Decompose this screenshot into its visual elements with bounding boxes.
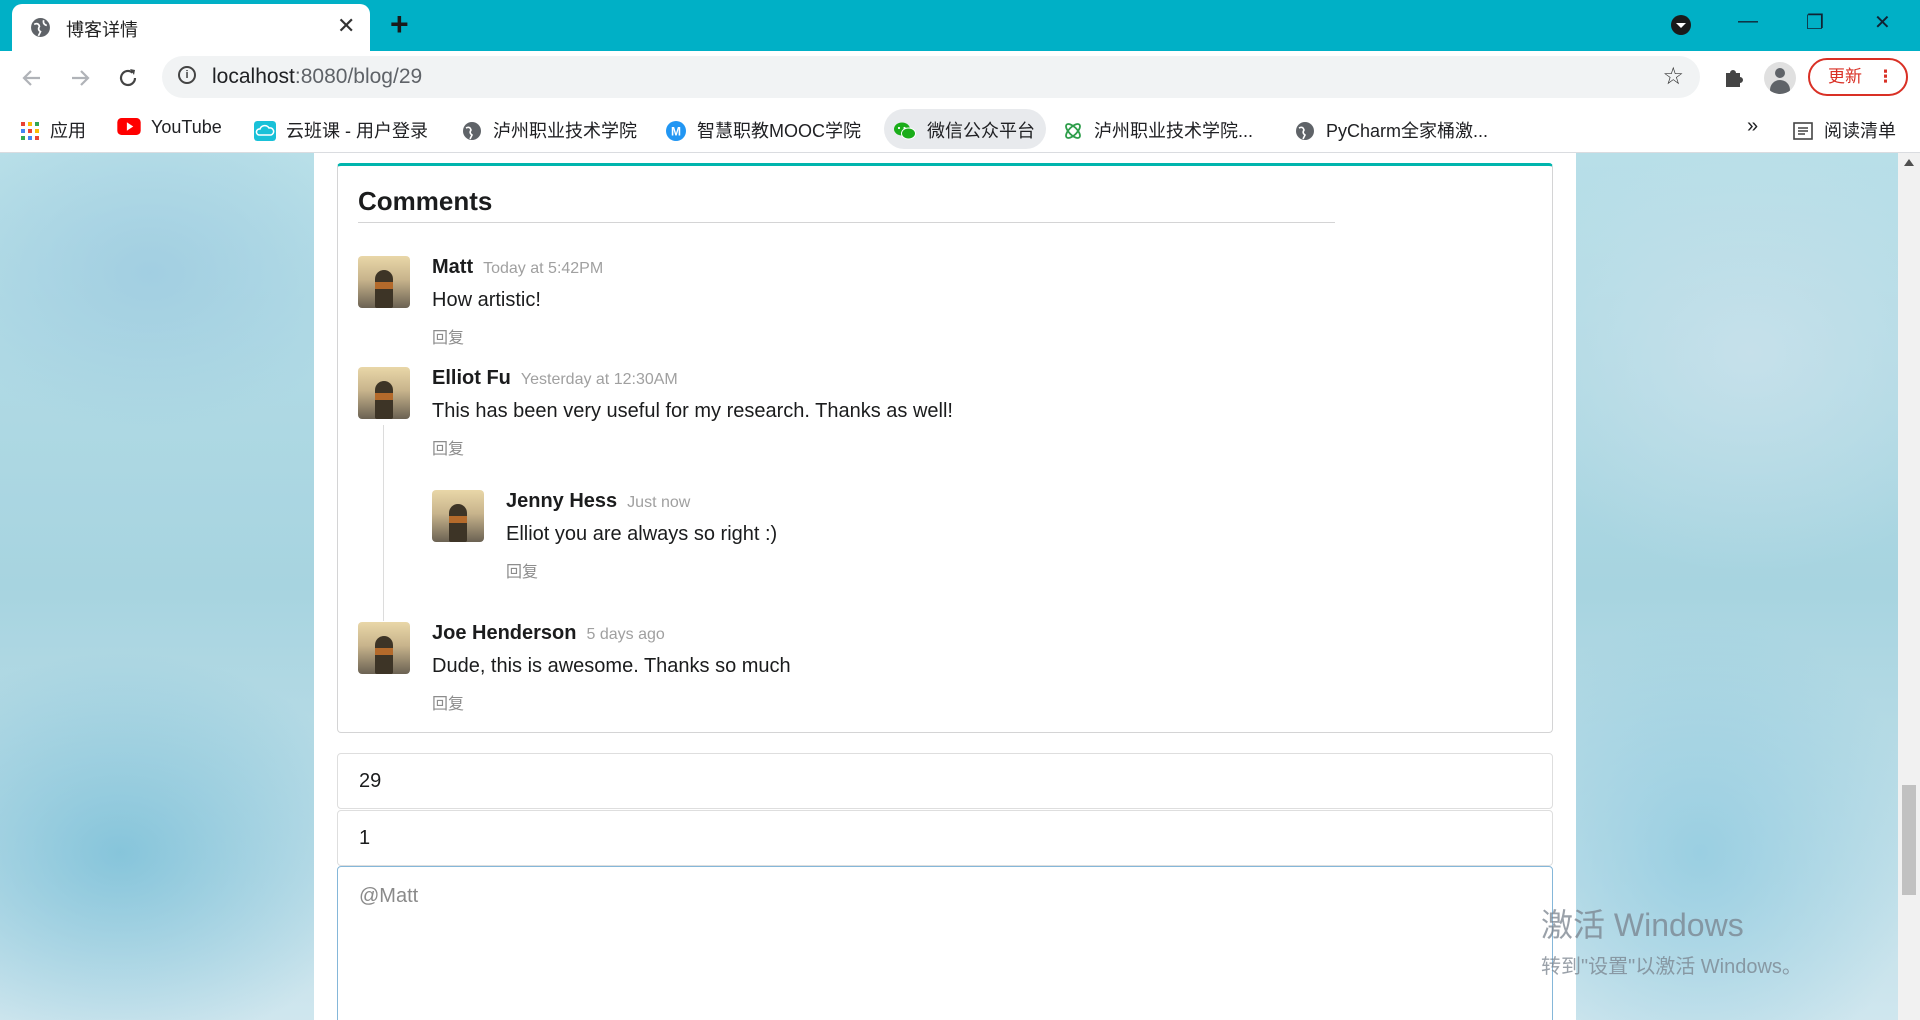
bookmark-mooc[interactable]: M 智慧职教MOOC学院 [665,117,861,143]
new-tab-button[interactable]: + [390,6,409,43]
tab-search-icon[interactable] [1670,14,1692,36]
comment-date: Today at 5:42PM [483,260,604,277]
bookmark-luzhou-college[interactable]: 泸州职业技术学院 [461,117,637,143]
bookmark-star-icon[interactable]: ☆ [1662,62,1684,91]
comment-text: This has been very useful for my researc… [432,400,953,422]
bookmark-apps[interactable]: 应用 [20,117,86,143]
wechat-icon [894,122,916,140]
comments-header: Comments [358,186,1335,223]
bookmarks-overflow-button[interactable]: » [1747,115,1758,138]
reply-link[interactable]: 回复 [432,324,1432,348]
update-button[interactable]: 更新 ⋮ [1808,58,1908,96]
globe-icon [1296,122,1314,140]
reply-link[interactable]: 回复 [432,435,1432,459]
bookmark-yunbanke[interactable]: 云班课 - 用户登录 [254,117,428,143]
comment-date: Just now [627,494,691,511]
mooc-icon: M [666,121,686,141]
minimize-button[interactable]: — [1738,10,1758,33]
tab-close-icon[interactable]: ✕ [337,13,355,39]
bookmark-luzhou-college-2[interactable]: 泸州职业技术学院... [1062,117,1253,143]
main-column: Comments Matt Today at 5:42PM How artisti… [314,153,1576,1020]
back-arrow-icon[interactable] [20,66,44,90]
bookmark-pycharm[interactable]: PyCharm全家桶激... [1294,117,1488,143]
avatar[interactable] [358,622,410,674]
apps-grid-icon [21,122,39,140]
forward-arrow-icon[interactable] [68,66,92,90]
browser-toolbar: i localhost:8080/blog/29 ☆ 更新 ⋮ [0,51,1920,105]
bookmarks-bar: 应用 YouTube 云班课 - 用户登录 泸州职业技术学院 M 智慧职教MOO… [0,105,1920,153]
windows-activation-watermark: 激活 Windows 转到"设置"以激活 Windows。 [1541,907,1802,978]
svg-text:M: M [671,125,681,139]
scroll-up-arrow-icon[interactable] [1904,159,1914,166]
comment-author[interactable]: Jenny Hess [506,490,617,512]
browser-tab[interactable]: 博客详情 ✕ [12,4,370,51]
site-info-icon[interactable]: i [178,66,196,84]
page-viewport: Comments Matt Today at 5:42PM How artisti… [0,153,1898,1020]
comment-text: How artistic! [432,289,541,311]
globe-icon [463,122,481,140]
comment-author[interactable]: Elliot Fu [432,367,511,389]
reply-link[interactable]: 回复 [432,690,1432,714]
comment-text: Dude, this is awesome. Thanks so much [432,655,791,677]
youtube-icon [117,118,141,135]
thread-connector-line [383,425,384,621]
reading-list-button[interactable]: 阅读清单 [1792,117,1896,143]
comment-content-textarea[interactable]: @Matt [337,866,1553,1020]
avatar[interactable] [358,256,410,308]
tab-title: 博客详情 [66,20,138,40]
comment-author[interactable]: Joe Henderson [432,622,576,644]
parent-comment-id-field[interactable]: 1 [337,810,1553,866]
comment-date: 5 days ago [586,626,665,643]
tab-strip: 博客详情 ✕ + — ❐ ✕ [0,0,1920,51]
address-bar[interactable]: i localhost:8080/blog/29 ☆ [162,56,1700,98]
reload-icon[interactable] [116,66,140,90]
reading-list-icon [1793,122,1813,140]
scrollbar-thumb[interactable] [1902,785,1916,895]
extensions-puzzle-icon[interactable] [1722,65,1746,89]
comment-text: Elliot you are always so right :) [506,523,778,545]
url-text[interactable]: localhost:8080/blog/29 [212,65,422,89]
restore-button[interactable]: ❐ [1806,10,1824,35]
bookmark-wechat[interactable]: 微信公众平台 [893,117,1035,143]
profile-avatar[interactable] [1764,62,1796,94]
college-icon [1065,123,1081,139]
page-scrollbar[interactable] [1898,153,1920,1020]
menu-dots-icon[interactable]: ⋮ [1877,60,1894,94]
globe-icon [31,18,50,37]
avatar[interactable] [432,490,484,542]
comment-date: Yesterday at 12:30AM [520,371,678,388]
comment-author[interactable]: Matt [432,256,473,278]
window-close-button[interactable]: ✕ [1874,10,1891,35]
reply-link[interactable]: 回复 [506,558,1506,582]
blog-id-field[interactable]: 29 [337,753,1553,809]
cloud-icon [254,121,276,141]
comments-section: Comments Matt Today at 5:42PM How artisti… [337,163,1553,733]
avatar[interactable] [358,367,410,419]
bookmark-youtube[interactable]: YouTube [117,117,222,138]
